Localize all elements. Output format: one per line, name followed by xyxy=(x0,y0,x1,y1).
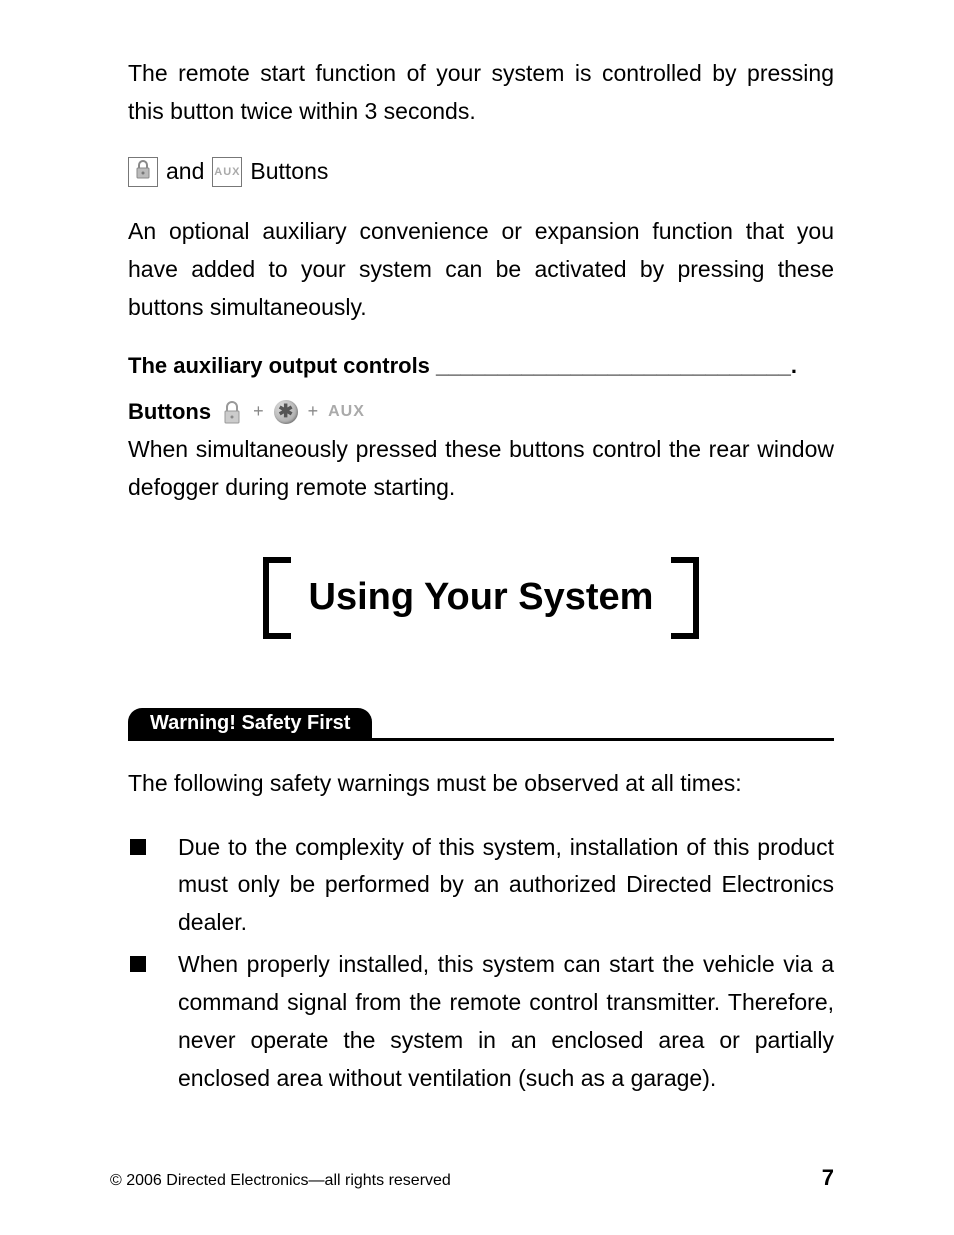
and-text: and xyxy=(166,158,204,185)
lock-aux-buttons-heading: and AUX Buttons xyxy=(128,157,834,187)
lock-icon xyxy=(128,157,158,187)
plus-icon: + xyxy=(253,401,264,422)
aux-controls-blank-line: The auxiliary output controls __________… xyxy=(128,353,834,379)
warning-label: Warning! Safety First xyxy=(128,708,372,739)
defogger-paragraph: When simultaneously pressed these button… xyxy=(128,431,834,507)
safety-list: Due to the complexity of this system, in… xyxy=(128,829,834,1099)
aux-icon: AUX xyxy=(212,157,242,187)
warning-intro: The following safety warnings must be ob… xyxy=(128,765,834,803)
copyright-text: © 2006 Directed Electronics—all rights r… xyxy=(110,1172,451,1190)
manual-page: The remote start function of your system… xyxy=(0,0,954,1235)
aux-paragraph: An optional auxiliary convenience or exp… xyxy=(128,213,834,327)
aux-icon: AUX xyxy=(328,403,365,421)
star-icon: ✱ xyxy=(274,400,298,424)
bracket-left-icon xyxy=(263,557,291,639)
plus-icon: + xyxy=(308,401,319,422)
buttons-label: Buttons xyxy=(128,399,211,425)
buttons-combo-heading: Buttons + ✱ + AUX xyxy=(128,399,834,425)
buttons-text: Buttons xyxy=(250,158,328,185)
warning-header: Warning! Safety First xyxy=(128,704,834,741)
intro-paragraph: The remote start function of your system… xyxy=(128,55,834,131)
lock-icon xyxy=(221,399,243,425)
bracket-right-icon xyxy=(671,557,699,639)
list-item: When properly installed, this system can… xyxy=(128,946,834,1098)
section-heading: Using Your System xyxy=(128,557,834,644)
page-footer: © 2006 Directed Electronics—all rights r… xyxy=(110,1165,834,1191)
page-number: 7 xyxy=(822,1165,834,1191)
section-title-text: Using Your System xyxy=(309,576,654,619)
list-item: Due to the complexity of this system, in… xyxy=(128,829,834,943)
